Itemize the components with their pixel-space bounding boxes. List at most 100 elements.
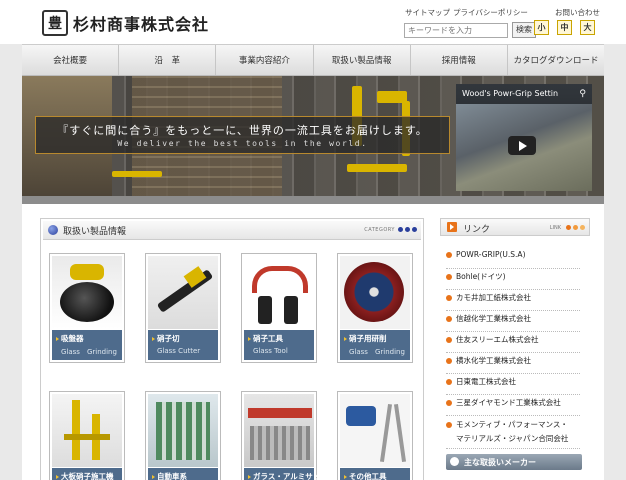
bullet-arrow-icon <box>446 400 452 406</box>
disc-shape <box>344 262 404 322</box>
link-text: カモ井加工紙株式会社 <box>456 293 531 302</box>
hero-lifter-bar <box>112 171 162 177</box>
product-card-automotive[interactable]: 自動車系 <box>145 391 221 480</box>
font-size-small-button[interactable]: 小 <box>534 20 549 35</box>
contact-link[interactable]: お問い合わせ <box>555 7 600 18</box>
product-name-en: Glass Grinding <box>61 348 117 356</box>
product-name: 大板硝子施工機 <box>56 471 114 480</box>
dot-icon <box>566 225 571 230</box>
nav-business[interactable]: 事業内容紹介 <box>216 45 314 75</box>
nav-recruit[interactable]: 採用情報 <box>411 45 508 75</box>
nav-history[interactable]: 沿 革 <box>119 45 217 75</box>
product-name: 吸盤器 <box>56 333 84 344</box>
search-bar: 検索 <box>404 22 536 38</box>
share-icon[interactable]: ⚲ <box>579 89 586 99</box>
nav-company-overview[interactable]: 会社概要 <box>22 45 120 75</box>
ladder-shape <box>379 404 393 462</box>
link-text: 日東電工株式会社 <box>456 377 516 386</box>
product-card-lifter[interactable]: 大板硝子施工機 <box>49 391 125 480</box>
ladder-shape <box>393 404 407 462</box>
product-name: その他工具 <box>344 471 387 480</box>
product-caption: 硝子切 Glass Cutter <box>148 330 218 360</box>
links-title: リンク <box>463 225 491 235</box>
product-card-cutter[interactable]: 硝子切 Glass Cutter <box>145 253 221 363</box>
hero-lifter-bar <box>347 164 407 172</box>
category-label: CATEGORY <box>364 227 395 233</box>
product-name: 自動車系 <box>152 471 187 480</box>
company-logo[interactable]: 豊 杉村商事株式会社 <box>42 10 209 36</box>
product-card-glass-tool[interactable]: 硝子工具 Glass Tool <box>241 253 317 363</box>
products-section: 取扱い製品情報 CATEGORY 吸盤器 Glass Grinding 硝子切 … <box>40 218 424 480</box>
bullet-arrow-icon <box>446 379 452 385</box>
links-sidebar: リンク LINK POWR-GRIP(U.S.A) Bohle(ドイツ) カモ井… <box>440 218 590 480</box>
automotive-image <box>148 394 218 467</box>
product-card-other-tools[interactable]: その他工具 <box>337 391 413 480</box>
link-yokomizu[interactable]: 横水化学工業株式会社 <box>446 355 580 374</box>
video-title[interactable]: Wood's Powr-Grip Settin <box>456 84 592 104</box>
link-nitto-denko[interactable]: 日東電工株式会社 <box>446 376 580 395</box>
font-size-medium-button[interactable]: 中 <box>557 20 572 35</box>
lifter-post-shape <box>72 400 80 460</box>
makers-title: 主な取扱いメーカー <box>464 458 536 467</box>
product-caption: 大板硝子施工機 <box>52 468 122 480</box>
link-label: LINK <box>549 225 561 231</box>
dot-icon <box>398 227 403 232</box>
product-card-grinding[interactable]: 硝子用研削 Glass Grinding <box>337 253 413 363</box>
bullet-icon <box>48 225 58 235</box>
other-tools-image <box>340 394 410 467</box>
bullet-arrow-icon <box>446 295 452 301</box>
link-text: 信越化学工業株式会社 <box>456 314 531 323</box>
bullet-arrow-icon <box>446 252 452 258</box>
suction-pad-shape <box>60 282 114 322</box>
lifter-bar-shape <box>64 434 110 440</box>
bullet-arrow-icon <box>446 337 452 343</box>
pliers-shape <box>252 266 308 293</box>
product-card-suction[interactable]: 吸盤器 Glass Grinding <box>49 253 125 363</box>
search-input[interactable] <box>404 22 508 38</box>
link-text: Bohle(ドイツ) <box>456 272 506 281</box>
hero-catch-en: We deliver the best tools in the world. <box>117 139 368 148</box>
bullet-arrow-icon <box>446 422 452 428</box>
dot-icon <box>573 225 578 230</box>
header: 豊 杉村商事株式会社 サイトマップ プライバシーポリシー お問い合わせ 検索 小… <box>0 0 626 44</box>
main-content: 取扱い製品情報 CATEGORY 吸盤器 Glass Grinding 硝子切 … <box>22 204 604 480</box>
grinder-shape <box>346 406 376 426</box>
product-card-aluminum[interactable]: ガラス・アルミサッ <box>241 391 320 480</box>
link-powr-grip[interactable]: POWR-GRIP(U.S.A) <box>446 250 580 269</box>
suction-handle-shape <box>70 264 104 280</box>
link-mitsuboshi[interactable]: 三星ダイヤモンド工業株式会社 <box>446 397 580 416</box>
link-kamoi[interactable]: カモ井加工紙株式会社 <box>446 292 580 311</box>
font-size-large-button[interactable]: 大 <box>580 20 595 35</box>
nav-products[interactable]: 取扱い製品情報 <box>314 45 411 75</box>
link-shinetsu[interactable]: 信越化学工業株式会社 <box>446 313 580 332</box>
link-sumitomo-3m[interactable]: 住友スリーエム株式会社 <box>446 334 580 353</box>
product-name: 硝子用研削 <box>344 333 387 344</box>
product-caption: 自動車系 <box>148 468 218 480</box>
link-bohle[interactable]: Bohle(ドイツ) <box>446 271 580 290</box>
link-text: マテリアルズ・ジャパン合同会社 <box>456 434 569 443</box>
link-text: 住友スリーエム株式会社 <box>456 335 539 344</box>
privacy-policy-link[interactable]: プライバシーポリシー <box>453 7 528 18</box>
sitemap-link[interactable]: サイトマップ <box>405 7 450 18</box>
link-momentive[interactable]: モメンティブ・パフォーマンス・ マテリアルズ・ジャパン合同会社 <box>446 418 580 449</box>
tool-bottle-shape <box>284 296 298 324</box>
products-header: 取扱い製品情報 CATEGORY <box>43 221 421 240</box>
search-button[interactable]: 検索 <box>512 22 536 38</box>
product-caption: その他工具 <box>340 468 410 480</box>
product-name-en: Glass Cutter <box>157 347 201 355</box>
play-icon[interactable] <box>508 136 536 155</box>
video-player[interactable]: Wood's Powr-Grip Settin ⚲ <box>456 84 592 191</box>
dot-icon <box>580 225 585 230</box>
glass-cutter-image <box>148 256 218 329</box>
hero-banner: 『すぐに間に合う』をもっと一に、世界の一流工具をお届けします。 We deliv… <box>22 76 604 196</box>
suction-cup-image <box>52 256 122 329</box>
products-title: 取扱い製品情報 <box>63 227 127 237</box>
dot-icon <box>405 227 410 232</box>
link-text: 三星ダイヤモンド工業株式会社 <box>456 398 561 407</box>
sash-rack-shape <box>250 426 310 460</box>
nav-catalog-download[interactable]: カタログダウンロード <box>508 45 604 75</box>
global-nav: 会社概要 沿 革 事業内容紹介 取扱い製品情報 採用情報 カタログダウンロード <box>22 44 604 76</box>
product-caption: 吸盤器 Glass Grinding <box>52 330 122 360</box>
divider-band <box>22 196 604 204</box>
bullet-arrow-icon <box>446 316 452 322</box>
